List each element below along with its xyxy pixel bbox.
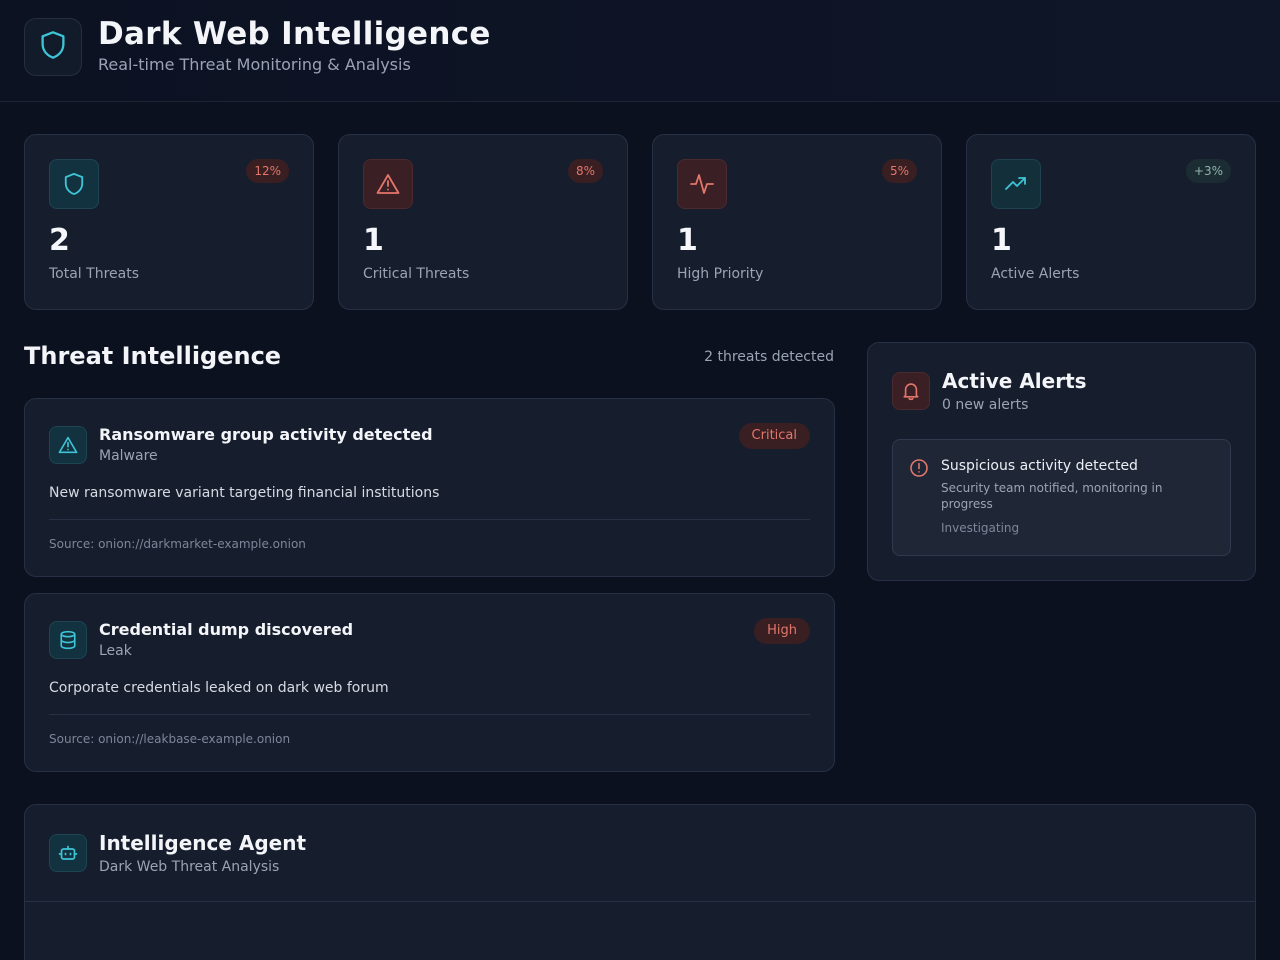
stat-change-badge: 5%	[881, 159, 917, 183]
threat-description: New ransomware variant targeting financi…	[49, 485, 440, 501]
threat-description: Corporate credentials leaked on dark web…	[49, 680, 389, 696]
threat-section-title: Threat Intelligence	[24, 342, 282, 370]
page-title: Dark Web Intelligence	[98, 16, 491, 52]
stat-value: 2	[49, 223, 70, 258]
threat-card[interactable]: Ransomware group activity detected Malwa…	[24, 398, 835, 577]
trending-up-icon	[991, 159, 1041, 209]
alert-description: Security team notified, monitoring in pr…	[941, 481, 1163, 511]
shield-icon	[49, 159, 99, 209]
warning-triangle-icon	[49, 426, 87, 464]
threat-source: Source: onion://darkmarket-example.onion	[49, 537, 306, 551]
alert-title: Suspicious activity detected	[941, 458, 1138, 474]
agent-title: Intelligence Agent	[99, 831, 307, 855]
stat-change-badge: +3%	[1185, 159, 1231, 183]
stat-card-total-threats: 12% 2 Total Threats	[24, 134, 314, 310]
severity-badge: High	[754, 618, 810, 644]
stat-label: High Priority	[677, 266, 764, 282]
divider	[25, 901, 1255, 902]
page-subtitle: Real-time Threat Monitoring & Analysis	[98, 55, 411, 74]
divider	[49, 714, 810, 715]
warning-triangle-icon	[363, 159, 413, 209]
stat-card-high-priority: 5% 1 High Priority	[652, 134, 942, 310]
stat-change-badge: 8%	[567, 159, 603, 183]
alerts-count: 0 new alerts	[942, 397, 1029, 413]
stat-card-active-alerts: +3% 1 Active Alerts	[966, 134, 1256, 310]
threat-title: Credential dump discovered	[99, 620, 354, 639]
stat-label: Total Threats	[49, 266, 139, 282]
threat-card[interactable]: Credential dump discovered Leak High Cor…	[24, 593, 835, 772]
bot-icon	[49, 834, 87, 872]
divider	[49, 519, 810, 520]
active-alerts-panel: Active Alerts 0 new alerts Suspicious ac…	[867, 342, 1256, 581]
database-icon	[49, 621, 87, 659]
threat-count: 2 threats detected	[704, 349, 834, 365]
logo	[24, 18, 82, 76]
threat-category: Malware	[99, 448, 158, 464]
threat-title: Ransomware group activity detected	[99, 425, 433, 444]
stat-label: Active Alerts	[991, 266, 1080, 282]
bell-icon	[892, 372, 930, 410]
shield-icon	[39, 30, 67, 64]
severity-badge: Critical	[738, 423, 810, 449]
stat-value: 1	[363, 223, 384, 258]
alert-item[interactable]: Suspicious activity detected Security te…	[892, 439, 1231, 556]
stat-change-badge: 12%	[246, 159, 289, 183]
app-header: Dark Web Intelligence Real-time Threat M…	[0, 0, 1280, 102]
agent-subtitle: Dark Web Threat Analysis	[99, 859, 280, 875]
stat-label: Critical Threats	[363, 266, 470, 282]
threat-category: Leak	[99, 643, 132, 659]
activity-pulse-icon	[677, 159, 727, 209]
threat-source: Source: onion://leakbase-example.onion	[49, 732, 291, 746]
alerts-title: Active Alerts	[942, 369, 1087, 393]
alert-circle-icon	[909, 458, 929, 478]
stat-value: 1	[991, 223, 1012, 258]
alert-status: Investigating	[941, 521, 1020, 535]
stat-value: 1	[677, 223, 698, 258]
stat-card-critical-threats: 8% 1 Critical Threats	[338, 134, 628, 310]
intelligence-agent-panel: Intelligence Agent Dark Web Threat Analy…	[24, 804, 1256, 960]
